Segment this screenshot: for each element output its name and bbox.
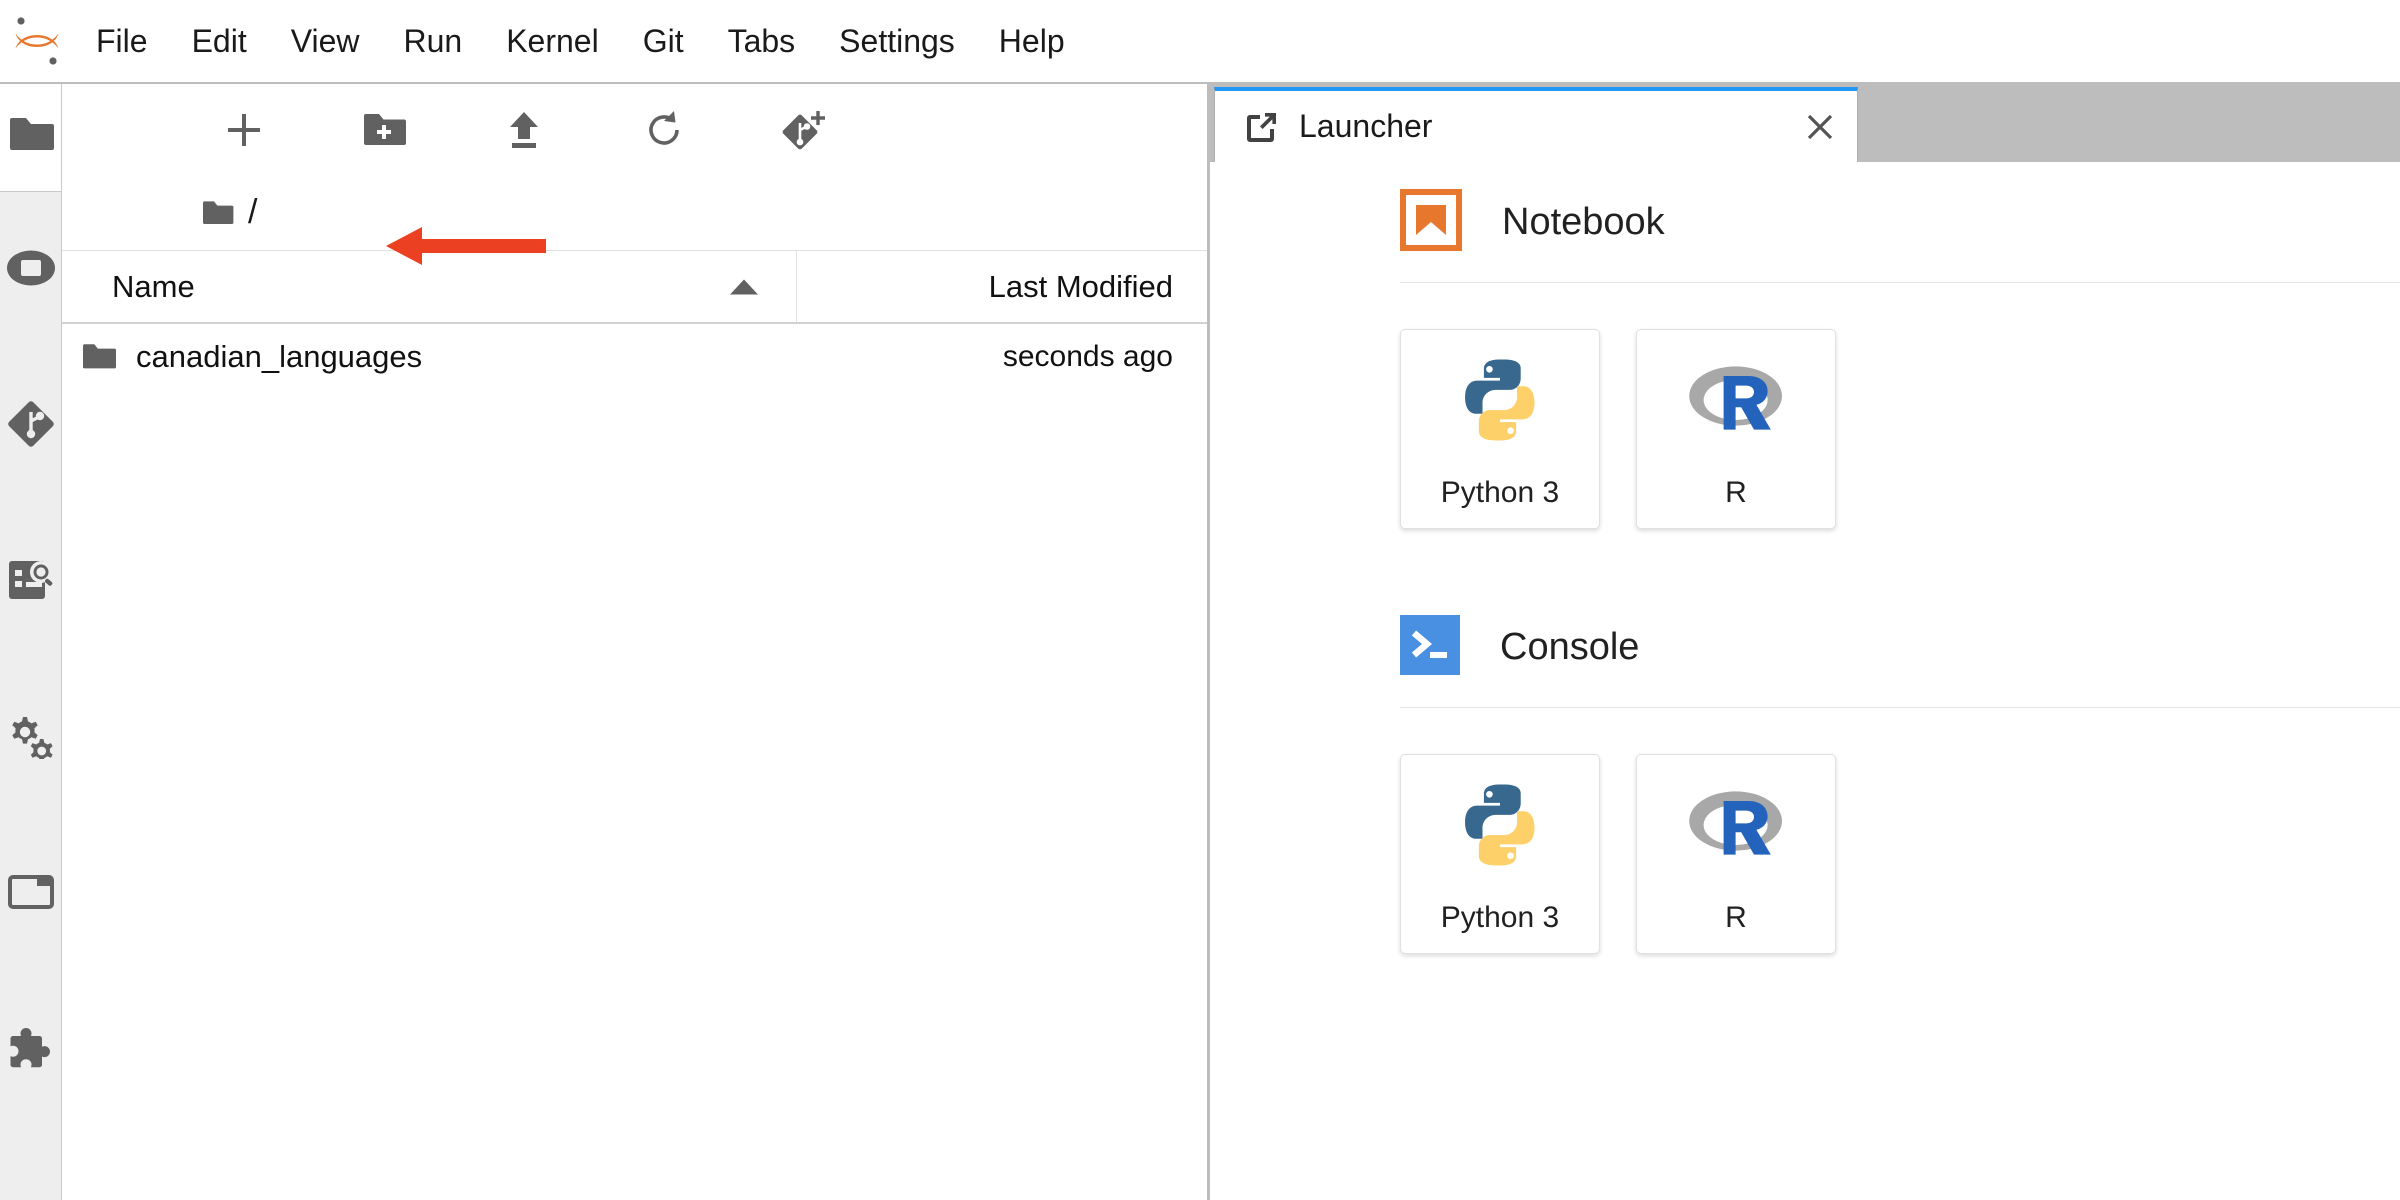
file-list: canadian_languages seconds ago	[62, 324, 1207, 1200]
jupyterlab-window: File Edit View Run Kernel Git Tabs Setti…	[0, 0, 2400, 1200]
gear-icon	[6, 713, 56, 764]
menu-item-tabs[interactable]: Tabs	[706, 0, 818, 83]
menu-item-view[interactable]: View	[269, 0, 382, 83]
python-icon	[1454, 773, 1546, 877]
launcher-section-console-title: Console	[1500, 625, 1640, 668]
sidebar-item-file-browser[interactable]	[0, 84, 61, 192]
column-header-last-modified[interactable]: Last Modified	[797, 251, 1207, 322]
launcher-card-notebook-python3[interactable]: Python 3	[1400, 329, 1600, 529]
jupyter-logo	[0, 0, 74, 83]
file-browser-toolbar	[62, 84, 1207, 180]
tab-launcher-label: Launcher	[1299, 108, 1433, 144]
file-browser-panel: / Name Last Modified canadian_languages …	[62, 84, 1210, 1200]
menu-item-help[interactable]: Help	[977, 0, 1087, 83]
folder-icon	[8, 116, 54, 159]
folder-icon	[62, 343, 136, 371]
r-icon	[1686, 348, 1786, 452]
upload-icon	[504, 109, 544, 156]
sidebar-item-git[interactable]	[0, 348, 61, 504]
launcher-section-notebook-header: Notebook	[1210, 162, 2400, 282]
sidebar-item-running-terminals[interactable]	[0, 192, 61, 348]
tab-launcher[interactable]: Launcher	[1214, 87, 1858, 162]
menu-item-settings[interactable]: Settings	[817, 0, 977, 83]
sidebar-item-extension-manager[interactable]	[0, 972, 61, 1128]
menu-item-git[interactable]: Git	[621, 0, 706, 83]
git-clone-button[interactable]	[734, 84, 874, 180]
main-dock-area: Launcher Notebook Python 3 R Console Pyt…	[1210, 84, 2400, 1200]
launcher-card-console-r[interactable]: R	[1636, 754, 1836, 954]
breadcrumb-home-icon[interactable]	[202, 200, 234, 231]
upload-files-button[interactable]	[454, 84, 594, 180]
launcher-console-cards: Python 3 R	[1210, 708, 2400, 954]
column-header-last-modified-label: Last Modified	[988, 268, 1173, 304]
launcher-card-console-r-label: R	[1725, 901, 1747, 934]
notebook-icon	[1398, 186, 1464, 256]
menu-item-kernel[interactable]: Kernel	[484, 0, 621, 83]
menu-item-run[interactable]: Run	[381, 0, 484, 83]
running-icon	[6, 248, 56, 293]
menu-item-edit[interactable]: Edit	[170, 0, 269, 83]
refresh-icon	[643, 109, 685, 156]
launcher-panel: Notebook Python 3 R Console Python 3 R	[1210, 162, 2400, 1200]
launcher-card-console-python3[interactable]: Python 3	[1400, 754, 1600, 954]
git-icon	[6, 399, 56, 454]
tab-bar: Launcher	[1210, 84, 2400, 162]
launcher-card-console-python3-label: Python 3	[1440, 901, 1560, 934]
console-icon	[1400, 614, 1460, 680]
close-icon[interactable]	[1783, 89, 1857, 164]
launcher-section-console: Console Python 3 R	[1210, 587, 2400, 954]
launcher-card-notebook-r[interactable]: R	[1636, 329, 1836, 529]
new-folder-button[interactable]	[314, 84, 454, 180]
launcher-section-console-header: Console	[1210, 587, 2400, 707]
activity-bar	[0, 84, 62, 1200]
python-icon	[1454, 348, 1546, 452]
launcher-icon	[1245, 110, 1279, 144]
refresh-button[interactable]	[594, 84, 734, 180]
r-icon	[1686, 773, 1786, 877]
sidebar-item-debugger[interactable]	[0, 504, 61, 660]
file-name: canadian_languages	[136, 339, 423, 374]
breadcrumb-path[interactable]: /	[248, 195, 257, 229]
new-folder-icon	[362, 111, 406, 154]
menu-item-file[interactable]: File	[74, 0, 170, 83]
menu-item-list: File Edit View Run Kernel Git Tabs Setti…	[74, 0, 1087, 83]
launcher-card-notebook-python3-label: Python 3	[1440, 476, 1560, 509]
plus-icon	[224, 110, 264, 155]
new-launcher-button[interactable]	[174, 84, 314, 180]
column-header-name-label: Name	[112, 268, 195, 304]
launcher-notebook-cards: Python 3 R	[1210, 283, 2400, 529]
launcher-section-notebook-title: Notebook	[1502, 200, 1665, 243]
launcher-section-notebook: Notebook Python 3 R	[1210, 162, 2400, 529]
git-clone-icon	[781, 108, 827, 157]
menu-bar: File Edit View Run Kernel Git Tabs Setti…	[0, 0, 2400, 84]
sidebar-item-tab-manager[interactable]	[0, 816, 61, 972]
breadcrumb[interactable]: /	[62, 180, 1207, 250]
sort-ascending-icon	[730, 279, 758, 294]
file-last-modified: seconds ago	[1002, 340, 1173, 373]
launcher-card-notebook-r-label: R	[1725, 476, 1747, 509]
puzzle-icon	[8, 1026, 54, 1075]
table-row[interactable]: canadian_languages seconds ago	[62, 324, 1207, 390]
file-list-header: Name Last Modified	[62, 250, 1207, 324]
column-header-name[interactable]: Name	[62, 251, 797, 322]
table-of-contents-search-icon	[6, 559, 56, 606]
sidebar-item-property-inspector[interactable]	[0, 660, 61, 816]
tab-icon	[7, 873, 54, 916]
